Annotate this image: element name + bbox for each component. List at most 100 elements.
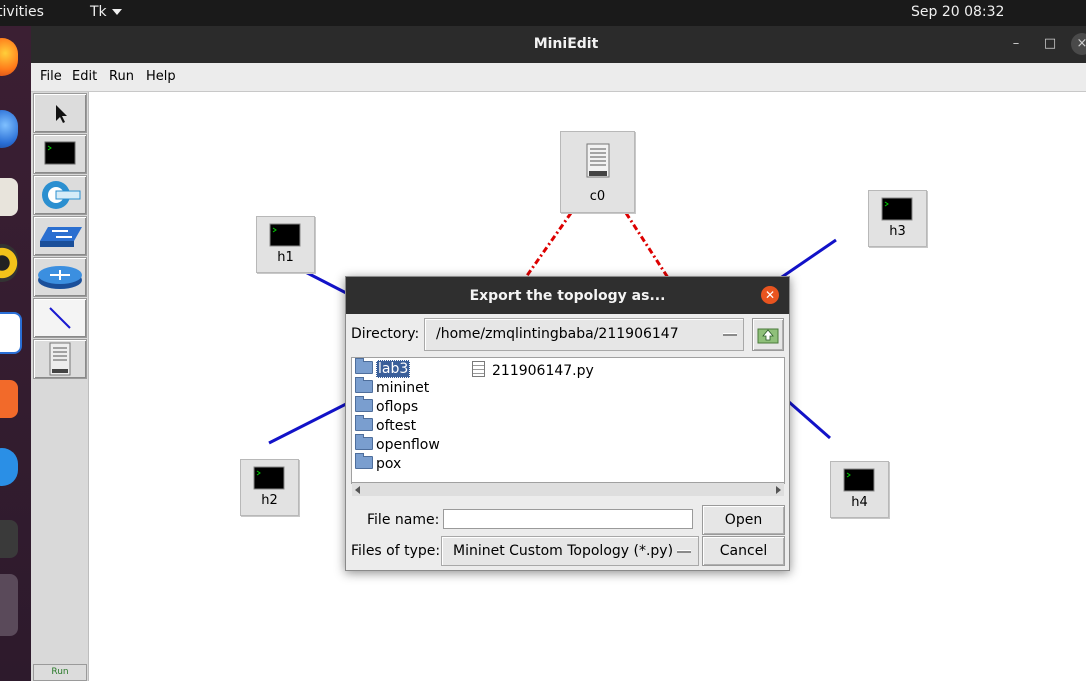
folder-icon (355, 453, 373, 469)
scroll-right-icon[interactable] (776, 486, 781, 494)
dialog-close-button[interactable]: ✕ (761, 286, 779, 304)
folder-name: lab3 (376, 360, 411, 378)
folder-up-icon (757, 328, 779, 344)
folder-item-mininet[interactable]: mininet (355, 377, 429, 398)
export-dialog: Export the topology as... ✕ Directory: /… (345, 276, 790, 571)
router-tool-button[interactable] (33, 257, 87, 297)
scroll-left-icon[interactable] (355, 486, 360, 494)
activities-button[interactable]: Activities (0, 4, 44, 20)
dropdown-indicator-icon (723, 333, 737, 336)
folder-icon (355, 396, 373, 412)
host-tool-button[interactable] (33, 134, 87, 174)
folder-name: oflops (376, 399, 419, 415)
filetype-value: Mininet Custom Topology (*.py) (453, 543, 674, 559)
window-title: MiniEdit (533, 36, 599, 52)
dialog-title: Export the topology as... (469, 288, 666, 304)
terminal-host-icon (269, 223, 301, 247)
router-icon (38, 266, 82, 289)
directory-dropdown[interactable]: /home/zmqlintingbaba/211906147 (424, 318, 744, 351)
node-h2[interactable]: h2 (240, 459, 299, 516)
horizontal-scrollbar[interactable] (352, 482, 784, 496)
run-button[interactable]: Run (33, 664, 87, 681)
controller-tool-button[interactable] (33, 175, 87, 215)
terminal-icon[interactable] (0, 520, 18, 558)
terminal-host-icon (253, 466, 285, 490)
cancel-button-label: Cancel (719, 543, 768, 559)
folder-item-pox[interactable]: pox (355, 453, 402, 474)
file-name: 211906147.py (492, 363, 594, 379)
window-titlebar[interactable]: MiniEdit – □ × (31, 26, 1086, 63)
filename-label: File name: (367, 512, 440, 528)
file-item-211906147-py[interactable]: 211906147.py (472, 361, 594, 379)
node-c0[interactable]: c0 (560, 131, 635, 213)
filetype-label: Files of type: (351, 543, 441, 559)
link-h2-s[interactable] (268, 398, 355, 445)
open-button-label: Open (724, 512, 763, 528)
menu-run[interactable]: Run (109, 69, 134, 84)
node-h4[interactable]: h4 (830, 461, 889, 518)
toolbox: Run (31, 92, 89, 681)
cancel-button[interactable]: Cancel (702, 536, 785, 566)
filetype-dropdown[interactable]: Mininet Custom Topology (*.py) (441, 536, 699, 566)
folder-name: openflow (376, 437, 440, 453)
directory-value: /home/zmqlintingbaba/211906147 (436, 326, 679, 342)
rhythmbox-icon[interactable] (0, 244, 18, 282)
thunderbird-icon[interactable] (0, 110, 18, 148)
server-icon (49, 342, 71, 376)
parent-directory-button[interactable] (752, 318, 784, 351)
terminal-host-icon (881, 197, 913, 221)
node-h1[interactable]: h1 (256, 216, 315, 273)
menu-bar: File Edit Run Help (31, 63, 1086, 92)
folder-icon (355, 434, 373, 450)
node-h3[interactable]: h3 (868, 190, 927, 247)
close-window-button[interactable]: × (1071, 33, 1086, 55)
switch-tool-button[interactable] (33, 216, 87, 256)
node-label: h3 (889, 224, 906, 239)
running-app-icon[interactable] (0, 574, 18, 636)
clock[interactable]: Sep 20 08:32 (911, 4, 1004, 20)
folder-item-oflops[interactable]: oflops (355, 396, 419, 417)
link-h4-s[interactable] (788, 400, 831, 440)
system-top-bar: Activities Tk Sep 20 08:32 (0, 0, 1086, 26)
app-menu[interactable]: Tk (90, 4, 122, 20)
server-icon (586, 143, 610, 178)
maximize-button[interactable]: □ (1039, 33, 1061, 55)
node-label: h2 (261, 493, 278, 508)
dock (0, 26, 31, 681)
help-icon[interactable] (0, 448, 18, 486)
node-label: h4 (851, 495, 868, 510)
libreoffice-writer-icon[interactable] (0, 312, 22, 354)
app-menu-label: Tk (90, 4, 107, 20)
folder-item-openflow[interactable]: openflow (355, 434, 440, 455)
folder-name: pox (376, 456, 402, 472)
node-label: h1 (277, 250, 294, 265)
minimize-button[interactable]: – (1005, 33, 1027, 55)
folder-item-oftest[interactable]: oftest (355, 415, 417, 436)
filename-input[interactable] (443, 509, 693, 529)
firefox-icon[interactable] (0, 38, 18, 76)
terminal-host-icon (843, 468, 875, 492)
directory-label: Directory: (351, 326, 420, 342)
files-icon[interactable] (0, 178, 18, 216)
cursor-icon (56, 105, 67, 123)
menu-file[interactable]: File (40, 69, 62, 84)
link-tool-button[interactable] (33, 298, 87, 338)
link-h3-s[interactable] (778, 238, 837, 281)
dropdown-indicator-icon (677, 550, 691, 553)
open-button[interactable]: Open (702, 505, 785, 535)
folder-icon (355, 415, 373, 431)
software-center-icon[interactable] (0, 380, 18, 418)
node-label: c0 (589, 189, 606, 204)
file-list[interactable]: lab3 mininet oflops oftest openflow pox … (351, 357, 785, 496)
link-icon (49, 307, 71, 329)
dialog-titlebar[interactable]: Export the topology as... ✕ (346, 277, 789, 314)
menu-help[interactable]: Help (146, 69, 176, 84)
menu-edit[interactable]: Edit (72, 69, 97, 84)
folder-icon (355, 377, 373, 393)
chevron-down-icon (111, 9, 122, 15)
server-tool-button[interactable] (33, 339, 87, 379)
select-tool-button[interactable] (33, 93, 87, 133)
folder-name: oftest (376, 418, 417, 434)
terminal-host-icon (44, 141, 76, 165)
document-icon (472, 361, 485, 377)
